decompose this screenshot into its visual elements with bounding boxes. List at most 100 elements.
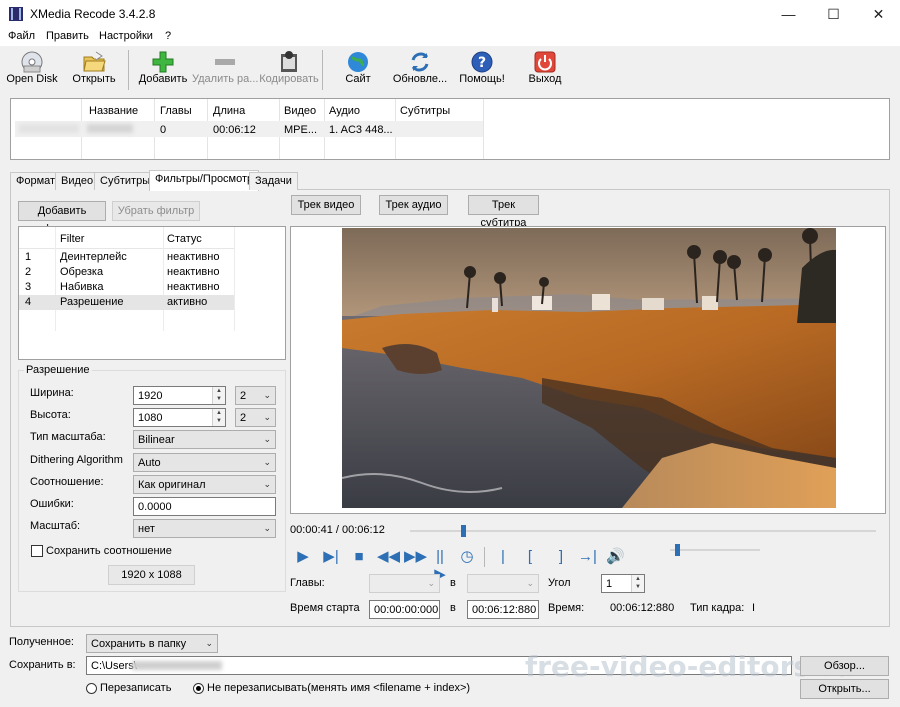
add-button[interactable]: Добавить: [136, 46, 190, 94]
volume-track[interactable]: [670, 544, 760, 556]
chapters-to-select[interactable]: ⌄: [467, 574, 539, 593]
dithering-label: Dithering Algorithm: [30, 454, 123, 466]
chapters-from-select[interactable]: ⌄: [369, 574, 440, 593]
bracket-right-icon[interactable]: ]: [552, 548, 570, 566]
power-icon: [534, 51, 556, 73]
filter-row-name[interactable]: Разрешение: [60, 296, 124, 308]
filter-row-name[interactable]: Деинтерлейс: [60, 251, 127, 263]
add-filter-button[interactable]: Добавить фильтр: [18, 201, 106, 235]
filter-row-name[interactable]: Набивка: [60, 281, 104, 293]
column-header-chapters[interactable]: Главы: [160, 105, 192, 117]
step-forward-icon[interactable]: ▶|: [322, 548, 340, 566]
column-header-status[interactable]: Статус: [167, 233, 202, 245]
dithering-select[interactable]: Auto ⌄: [133, 453, 276, 472]
cell-chapters: 0: [160, 124, 167, 136]
next-frame-icon[interactable]: ||▶: [431, 548, 449, 583]
tab-filters-preview[interactable]: Фильтры/Просмотр: [149, 170, 260, 191]
start-in-label: в: [450, 602, 456, 614]
bracket-left-icon[interactable]: [: [521, 548, 539, 566]
tab-format[interactable]: Формат: [10, 172, 62, 190]
fast-forward-icon[interactable]: ▶▶: [404, 548, 427, 566]
minus-icon: [215, 59, 235, 65]
menu-edit[interactable]: Править: [46, 30, 89, 42]
mark-end-icon[interactable]: →|: [578, 548, 597, 566]
encode-button[interactable]: Кодировать: [258, 46, 320, 94]
column-header-subtitles[interactable]: Субтитры: [400, 105, 450, 117]
errors-input[interactable]: 0.0000: [133, 497, 276, 516]
volume-icon[interactable]: 🔊: [606, 548, 625, 566]
spin-arrows-icon[interactable]: ▲ ▼: [212, 409, 225, 426]
end-time-input[interactable]: 00:06:12:880: [467, 600, 539, 619]
maximize-button[interactable]: ☐: [811, 0, 856, 28]
close-button[interactable]: ✕: [856, 0, 900, 28]
filter-row-name[interactable]: Обрезка: [60, 266, 103, 278]
update-button[interactable]: Обновле...: [388, 46, 452, 94]
tab-video[interactable]: Видео: [55, 172, 100, 190]
menu-file[interactable]: Файл: [8, 30, 35, 42]
website-button[interactable]: Сайт: [334, 46, 382, 94]
timeline-track[interactable]: [410, 525, 876, 537]
width-step-value: 2: [240, 390, 247, 402]
tab-subtitles[interactable]: Субтитры: [94, 172, 157, 190]
scale-label: Масштаб:: [30, 520, 81, 532]
keep-ratio-label: Сохранить соотношение: [46, 545, 172, 557]
rewind-icon[interactable]: ◀◀: [377, 548, 400, 566]
received-select[interactable]: Сохранить в папку ⌄: [86, 634, 218, 653]
exit-button[interactable]: Выход: [522, 46, 568, 94]
chevron-down-icon: ⌄: [427, 578, 435, 588]
column-header-filter[interactable]: Filter: [60, 233, 84, 245]
tab-tasks[interactable]: Задачи: [249, 172, 298, 190]
remove-button[interactable]: Удалить ра...: [192, 46, 258, 94]
open-disk-button[interactable]: Open Disk: [4, 46, 60, 94]
column-header-video[interactable]: Видео: [284, 105, 316, 117]
chevron-down-icon: ⌄: [205, 638, 213, 648]
track-subtitle-button[interactable]: Трек субтитра: [468, 195, 539, 229]
app-logo-icon: [9, 7, 23, 21]
received-label: Полученное:: [9, 636, 74, 648]
remove-filter-button[interactable]: Убрать фильтр: [112, 201, 200, 221]
track-video-button[interactable]: Трек видео: [291, 195, 361, 215]
file-list[interactable]: Название Главы Длина Видео Аудио Субтитр…: [10, 98, 890, 160]
overwrite-radio[interactable]: [86, 683, 97, 694]
help-button[interactable]: ? Помощь!: [456, 46, 508, 94]
start-time-input[interactable]: 00:00:00:000: [369, 600, 440, 619]
column-header-length[interactable]: Длина: [213, 105, 245, 117]
menu-help[interactable]: ?: [165, 30, 171, 42]
scale-type-select[interactable]: Bilinear ⌄: [133, 430, 276, 449]
clock-icon[interactable]: ◷: [458, 548, 476, 566]
timeline-slider-thumb[interactable]: [460, 525, 466, 537]
no-overwrite-radio[interactable]: [193, 683, 204, 694]
height-step-select[interactable]: 2 ⌄: [235, 408, 276, 427]
open-output-button[interactable]: Открыть...: [800, 679, 889, 699]
width-spinbox[interactable]: 1920 ▲ ▼: [133, 386, 226, 405]
column-header-name[interactable]: Название: [89, 105, 138, 117]
keep-ratio-checkbox[interactable]: [31, 545, 43, 557]
column-header-audio[interactable]: Аудио: [329, 105, 360, 117]
plus-icon: [152, 51, 174, 73]
stop-icon[interactable]: ■: [350, 548, 368, 566]
width-step-select[interactable]: 2 ⌄: [235, 386, 276, 405]
filter-row-status: активно: [167, 296, 208, 308]
ratio-label: Соотношение:: [30, 476, 104, 488]
cell-video: MPE...: [284, 124, 318, 136]
volume-slider-thumb[interactable]: [675, 544, 681, 556]
mark-start-icon[interactable]: |←: [494, 548, 512, 583]
minimize-button[interactable]: —: [766, 0, 811, 28]
height-spinbox[interactable]: 1080 ▲ ▼: [133, 408, 226, 427]
spin-arrows-icon[interactable]: ▲ ▼: [212, 387, 225, 404]
title-bar: XMedia Recode 3.4.2.8 — ☐ ✕: [0, 0, 900, 28]
scale-type-value: Bilinear: [138, 434, 175, 446]
track-audio-button[interactable]: Трек аудио: [379, 195, 448, 215]
angle-spinbox[interactable]: 1 ▲ ▼: [601, 574, 645, 593]
browse-button[interactable]: Обзор...: [800, 656, 889, 676]
filter-table[interactable]: Filter Статус 1 Деинтерлейс неактивно 2 …: [18, 226, 286, 360]
cell-length: 00:06:12: [213, 124, 256, 136]
scale-select[interactable]: нет ⌄: [133, 519, 276, 538]
remove-label: Удалить ра...: [192, 73, 259, 85]
add-label: Добавить: [138, 73, 188, 85]
ratio-select[interactable]: Как оригинал ⌄: [133, 475, 276, 494]
play-icon[interactable]: ▶: [294, 548, 312, 566]
menu-settings[interactable]: Настройки: [99, 30, 153, 42]
spin-arrows-icon[interactable]: ▲ ▼: [631, 575, 644, 592]
open-button[interactable]: Открыть: [68, 46, 120, 94]
